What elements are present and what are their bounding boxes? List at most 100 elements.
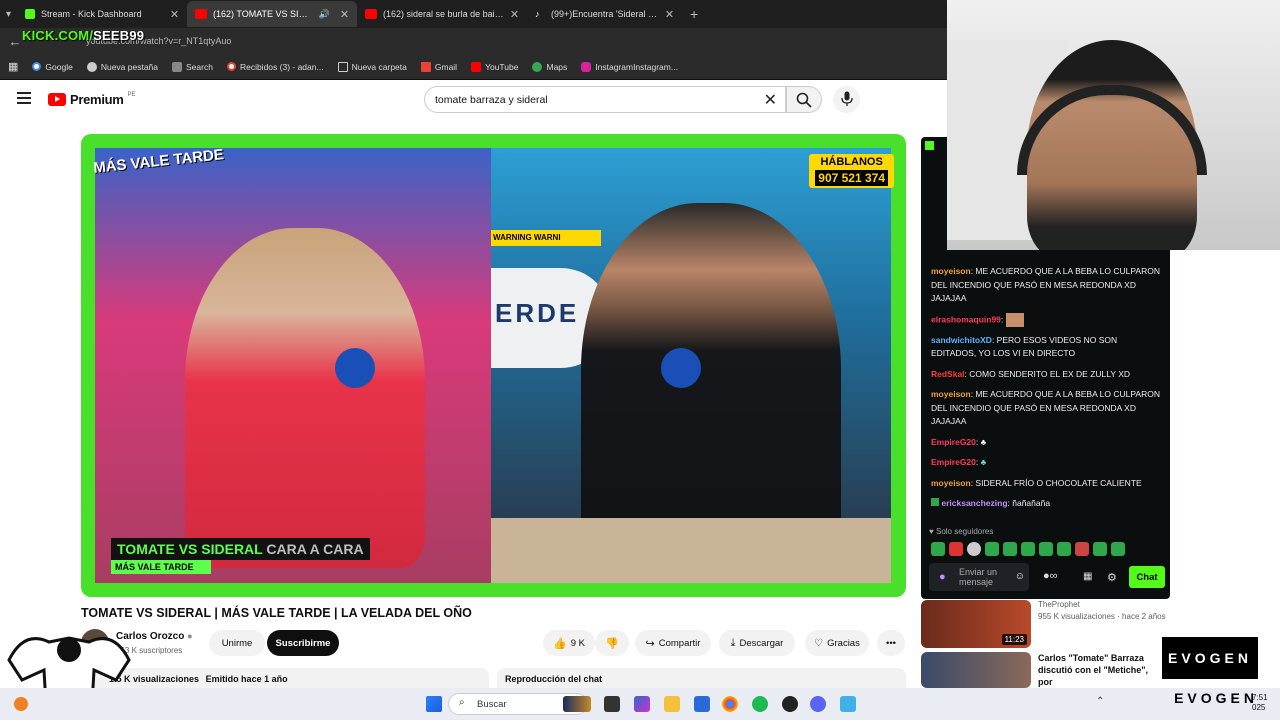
download-icon: ⤓	[730, 636, 736, 649]
game-app-icon[interactable]	[563, 696, 591, 712]
youtube-icon	[471, 61, 482, 72]
apps-grid-icon[interactable]: ▦	[8, 60, 18, 73]
clear-search-icon[interactable]: ✕	[764, 90, 777, 110]
search-button[interactable]	[786, 86, 822, 113]
emote-bar	[931, 542, 1125, 556]
bookmarks-bar: ▦ Google Nueva pestaña Search Recibidos …	[0, 54, 947, 80]
bookmark-search[interactable]: Search	[172, 61, 213, 72]
emote-icon[interactable]	[967, 542, 981, 556]
bookmark-youtube[interactable]: YouTube	[471, 61, 518, 72]
bookmark-instagram[interactable]: InstagramInstagram...	[581, 61, 678, 72]
spotify-icon[interactable]	[752, 696, 768, 712]
maps-pin-icon	[532, 61, 543, 72]
tab-tiktok[interactable]: ♪ (99+)Encuentra 'Sideral se burla ✕	[527, 1, 682, 27]
download-button[interactable]: ⤓ Descargar	[719, 630, 795, 656]
new-tab-icon[interactable]: +	[690, 6, 698, 22]
chat-message: moyeison: ME ACUERDO QUE A LA BEBA LO CU…	[931, 266, 1160, 303]
tiktok-favicon-icon: ♪	[535, 9, 540, 19]
suggestion-channel[interactable]: TheProphet	[1038, 600, 1080, 609]
task-view-icon[interactable]	[604, 696, 620, 712]
tab-kick[interactable]: Stream - Kick Dashboard ✕	[17, 1, 187, 27]
copilot-icon[interactable]	[634, 696, 650, 712]
file-explorer-icon[interactable]	[664, 696, 680, 712]
more-actions-button[interactable]: •••	[877, 630, 905, 656]
emote-icon[interactable]	[1039, 542, 1053, 556]
windows-start-icon[interactable]	[426, 696, 442, 712]
suggestion-thumbnail[interactable]: 11:23	[921, 600, 1031, 648]
notepad-icon[interactable]	[840, 696, 856, 712]
bookmark-gmail[interactable]: Gmail	[420, 61, 457, 72]
chat-message: sandwichitoXD: PERO ESOS VIDEOS NO SON E…	[931, 334, 1118, 359]
chat-message-input[interactable]: ● Enviar un mensaje ☺	[929, 563, 1029, 591]
badge-icon	[931, 498, 939, 506]
emote-icon[interactable]	[1075, 542, 1089, 556]
google-icon	[226, 62, 236, 71]
menu-hamburger-icon[interactable]	[17, 92, 31, 107]
suggestion-title[interactable]: Carlos "Tomate" Barraza discutió con el …	[1038, 652, 1153, 688]
emote-icon[interactable]	[949, 542, 963, 556]
voice-search-button[interactable]	[833, 86, 860, 113]
microphone-icon	[841, 91, 853, 106]
dislike-button[interactable]: 👎	[595, 630, 629, 656]
warning-tape: WARNING WARNI	[491, 230, 601, 246]
share-button[interactable]: ↪ Compartir	[635, 630, 711, 656]
host-left-figure	[185, 228, 425, 568]
emote-icon[interactable]	[1111, 542, 1125, 556]
browser-tabbar: ▾ Stream - Kick Dashboard ✕ (162) TOMATE…	[0, 0, 947, 28]
settings-gear-icon[interactable]: ⚙	[1107, 571, 1117, 584]
bookmark-maps[interactable]: Maps	[532, 61, 567, 72]
bookmark-new-tab[interactable]: Nueva pestaña	[86, 61, 158, 72]
bookmark-inbox[interactable]: Recibidos (3) - adan...	[226, 62, 324, 72]
emote-icon[interactable]	[1021, 542, 1035, 556]
close-icon[interactable]: ✕	[340, 8, 349, 21]
emote-icon[interactable]	[1057, 542, 1071, 556]
tab-menu-icon[interactable]: ▾	[0, 9, 17, 20]
youtube-logo[interactable]: Premium PE	[48, 92, 136, 107]
tab-youtube-2[interactable]: (162) sideral se burla de bailari ✕	[357, 1, 527, 27]
bookmark-google[interactable]: Google	[32, 62, 73, 72]
thanks-heart-icon: ♡	[814, 637, 824, 649]
video-right-panel: ERDE WARNING WARNI	[491, 148, 891, 583]
discord-icon[interactable]	[810, 696, 826, 712]
thanks-button[interactable]: ♡ Gracias	[805, 630, 869, 656]
infinity-icon[interactable]: ●∞	[1043, 570, 1058, 582]
close-icon[interactable]: ✕	[510, 8, 519, 21]
emote-icon[interactable]	[931, 542, 945, 556]
followers-only-label: ♥ Solo seguidores	[929, 527, 994, 536]
mic-icon: ●	[939, 571, 946, 583]
join-button[interactable]: Unirme	[209, 630, 265, 656]
like-button[interactable]: 👍 9 K	[543, 630, 595, 656]
kick-favicon-icon	[25, 9, 36, 19]
speaker-icon[interactable]: 🔊	[319, 9, 330, 20]
tab-youtube-active[interactable]: (162) TOMATE VS SIDERAL 🔊 ✕	[187, 1, 358, 27]
phone-badge: HÁBLANOS 907 521 374	[809, 154, 894, 188]
emote-icon[interactable]	[1003, 542, 1017, 556]
obs-icon[interactable]	[782, 696, 798, 712]
chat-message: moyeison: ME ACUERDO QUE A LA BEBA LO CU…	[931, 389, 1160, 426]
bookmark-folder[interactable]: Nueva carpeta	[337, 61, 407, 72]
table-surface	[491, 518, 891, 583]
close-icon[interactable]: ✕	[665, 8, 674, 21]
weather-icon[interactable]	[14, 697, 28, 711]
gift-icon[interactable]: ▦	[1083, 571, 1092, 582]
suggestion-thumbnail[interactable]	[921, 652, 1031, 688]
subscribe-button[interactable]: Suscribirme	[267, 630, 339, 656]
emote-icon[interactable]	[985, 542, 999, 556]
chat-message: elrashomaquin99:	[931, 312, 1160, 327]
chat-send-button[interactable]: Chat	[1129, 566, 1165, 588]
emoji-icon[interactable]: ☺	[1015, 572, 1025, 582]
lower-third-title: TOMATE VS SIDERAL CARA A CARA MÁS VALE T…	[111, 538, 370, 574]
search-input[interactable]: tomate barraza y sideral ✕	[424, 86, 786, 113]
suggestion-meta: 955 K visualizaciones · hace 2 años	[1038, 612, 1166, 621]
store-icon[interactable]	[694, 696, 710, 712]
close-icon[interactable]: ✕	[170, 8, 179, 21]
emote-icon[interactable]	[1093, 542, 1107, 556]
chat-message: moyeison: SIDERAL FRÍO O CHOCOLATE CALIE…	[931, 477, 1142, 488]
tray-chevron-icon[interactable]: ⌃	[1096, 696, 1104, 707]
windows-taskbar: ⌕ Buscar ⌃ 7:51 025	[0, 688, 1280, 720]
video-player[interactable]: ERDE WARNING WARNI MÁS VALE TARDE HÁBLAN…	[81, 134, 906, 597]
chat-message: RedSkal: COMO SENDERITO EL EX DE ZULLY X…	[931, 368, 1131, 379]
youtube-play-icon	[48, 93, 66, 106]
chrome-icon[interactable]	[722, 696, 738, 712]
thumbs-up-icon: 👍	[553, 637, 567, 650]
